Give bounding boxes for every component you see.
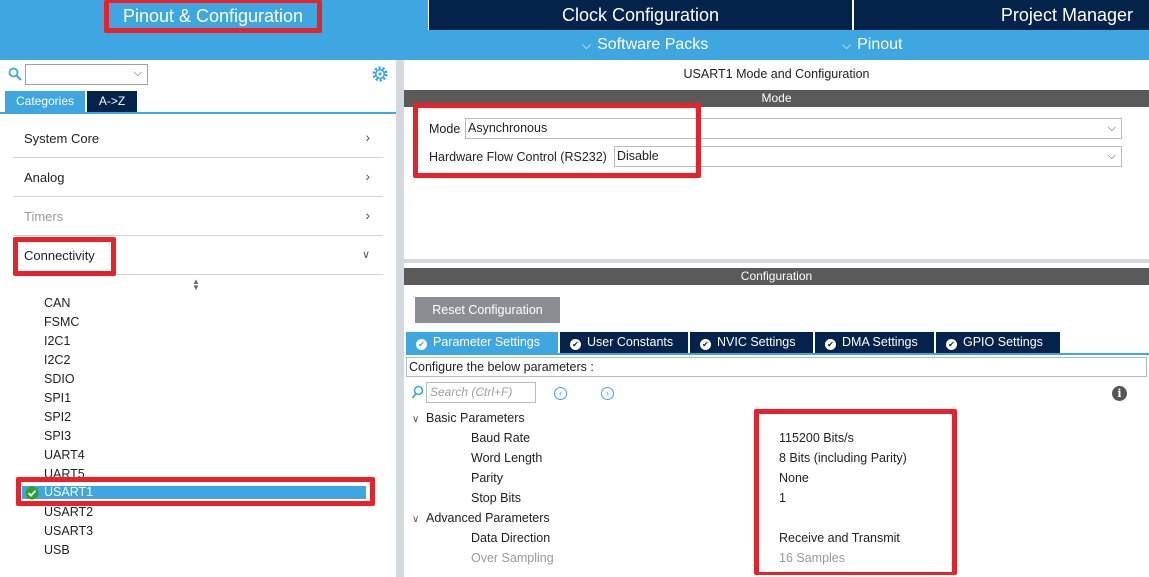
tabs-underline [406, 353, 1149, 355]
tab-label: Parameter Settings [433, 335, 540, 349]
chevron-down-icon: ∨ [412, 514, 420, 525]
check-icon: ✔ [700, 339, 711, 350]
chevron-down-icon: ⌵ [1107, 150, 1116, 162]
highlight-box-pinout-tab [104, 0, 322, 33]
check-icon: ✔ [825, 339, 836, 350]
panel-splitter[interactable] [396, 60, 404, 577]
param-name-word-length: Word Length [471, 451, 543, 465]
section-divider[interactable] [404, 259, 1149, 263]
param-name-data-direction: Data Direction [471, 531, 551, 545]
pinout-menu[interactable]: ⌵ Pinout [842, 30, 902, 60]
next-result-icon[interactable]: › [601, 387, 614, 400]
param-name-parity: Parity [471, 471, 503, 485]
category-label: System Core [24, 131, 100, 146]
chevron-down-icon: ⌵ [582, 38, 592, 52]
configure-hint: Configure the below parameters : [406, 357, 1147, 377]
category-label: Timers [24, 209, 64, 224]
param-name-baud-rate: Baud Rate [471, 431, 531, 445]
peripheral-item-uart4[interactable]: UART4 [44, 448, 85, 462]
tab-underline [0, 112, 396, 114]
highlight-box-mode [413, 103, 701, 178]
tab-dma-settings[interactable]: ✔ DMA Settings [815, 332, 934, 353]
peripheral-item-i2c1[interactable]: I2C1 [44, 334, 70, 348]
chevron-right-icon: › [365, 168, 370, 184]
group-label: Basic Parameters [426, 411, 525, 425]
category-system-core[interactable]: System Core › [13, 119, 383, 158]
tab-label: NVIC Settings [717, 335, 796, 349]
check-icon: ✔ [416, 339, 427, 350]
configuration-section-header: Configuration [404, 268, 1149, 285]
category-label: Analog [24, 170, 65, 185]
peripheral-item-usart3[interactable]: USART3 [44, 524, 93, 538]
peripheral-item-can[interactable]: CAN [44, 296, 70, 310]
search-icon [412, 385, 424, 399]
param-name-over-sampling: Over Sampling [471, 551, 554, 565]
previous-result-icon[interactable]: ‹ [554, 387, 567, 400]
chevron-right-icon: › [365, 207, 370, 223]
peripheral-item-sdio[interactable]: SDIO [44, 372, 75, 386]
tab-categories[interactable]: Categories [5, 91, 85, 112]
pinout-menu-label: Pinout [857, 36, 903, 53]
software-packs-label: Software Packs [597, 36, 709, 53]
category-analog[interactable]: Analog › [13, 158, 383, 197]
chevron-down-icon: ⌵ [1107, 122, 1116, 134]
tab-a-z[interactable]: A->Z [87, 91, 137, 112]
tab-user-constants[interactable]: ✔ User Constants [560, 332, 688, 353]
tab-label: User Constants [587, 335, 674, 349]
parameter-search-input[interactable]: Search (Ctrl+F) [426, 382, 536, 403]
tab-parameter-settings[interactable]: ✔ Parameter Settings [406, 332, 558, 353]
tab-nvic-settings[interactable]: ✔ NVIC Settings [690, 332, 813, 353]
highlight-box-parameters [754, 409, 957, 575]
tab-label: GPIO Settings [963, 335, 1043, 349]
reset-configuration-button[interactable]: Reset Configuration [415, 297, 560, 323]
param-name-stop-bits: Stop Bits [471, 491, 522, 505]
sort-icon[interactable]: ▲ ▼ [192, 278, 200, 292]
check-icon: ✔ [570, 339, 581, 350]
sub-menu-bar: ⌵ Software Packs ⌵ Pinout [428, 30, 1149, 60]
peripheral-item-fsmc[interactable]: FSMC [44, 315, 79, 329]
advanced-parameters-group[interactable]: ∨ Advanced Parameters [412, 511, 550, 525]
tab-clock-configuration[interactable]: Clock Configuration [429, 0, 852, 30]
gear-icon[interactable] [371, 65, 389, 83]
tab-gpio-settings[interactable]: ✔ GPIO Settings [936, 332, 1060, 353]
category-timers[interactable]: Timers › [13, 197, 383, 236]
group-label: Advanced Parameters [426, 511, 550, 525]
basic-parameters-group[interactable]: ∨ Basic Parameters [412, 411, 525, 425]
peripheral-item-spi1[interactable]: SPI1 [44, 391, 71, 405]
chevron-down-icon: ⌵ [133, 67, 142, 79]
highlight-box-connectivity [13, 237, 116, 276]
check-icon: ✔ [946, 339, 957, 350]
chevron-down-icon: ⌵ [842, 38, 852, 52]
software-packs-menu[interactable]: ⌵ Software Packs [582, 30, 708, 60]
chevron-right-icon: › [365, 129, 370, 145]
chevron-down-icon: ∨ [412, 414, 420, 425]
search-icon [8, 67, 22, 81]
peripheral-item-i2c2[interactable]: I2C2 [44, 353, 70, 367]
category-search-combo[interactable]: ⌵ [25, 64, 148, 85]
info-icon[interactable]: i [1112, 386, 1127, 401]
peripheral-item-spi2[interactable]: SPI2 [44, 410, 71, 424]
tab-project-manager[interactable]: Project Manager [854, 0, 1149, 30]
tab-label: DMA Settings [842, 335, 918, 349]
peripheral-item-usb[interactable]: USB [44, 543, 70, 557]
peripheral-item-spi3[interactable]: SPI3 [44, 429, 71, 443]
panel-title: USART1 Mode and Configuration [683, 67, 870, 81]
chevron-down-icon: ∨ [361, 249, 370, 261]
peripheral-item-usart2[interactable]: USART2 [44, 505, 93, 519]
highlight-box-usart1 [16, 477, 375, 506]
